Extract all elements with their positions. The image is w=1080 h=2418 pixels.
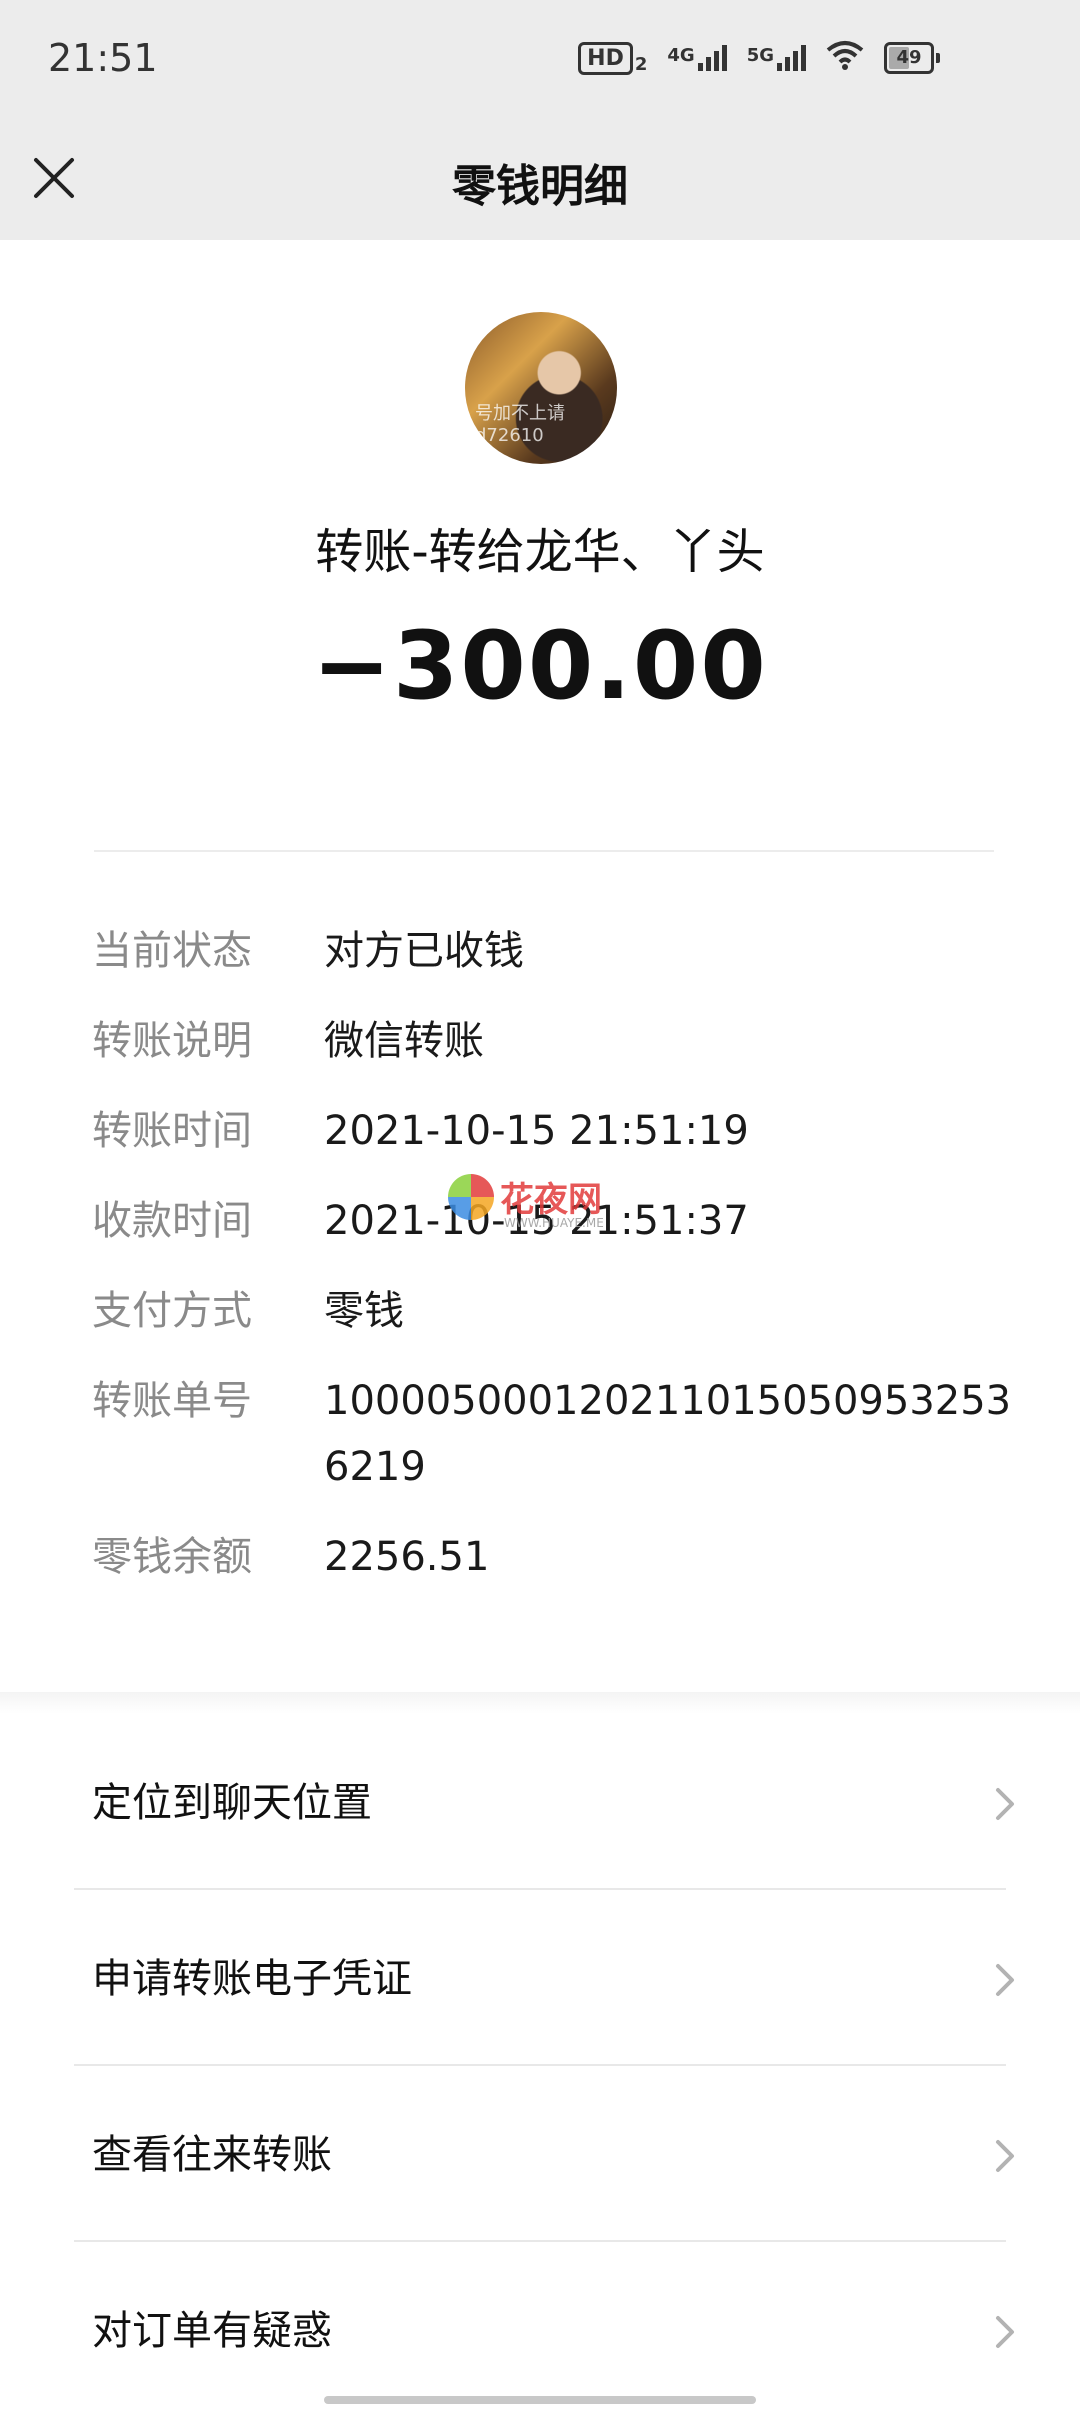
- menu-item-label: 定位到聊天位置: [92, 1780, 372, 1826]
- home-indicator[interactable]: [324, 2396, 756, 2404]
- watermark-logo-icon: [448, 1173, 494, 1220]
- transaction-title: 转账-转给龙华、丫头: [315, 524, 765, 580]
- action-menu: 定位到聊天位置 申请转账电子凭证 查看往来转账 对订单有疑惑: [0, 1714, 1080, 2418]
- hd-icon: HD 2: [578, 41, 648, 75]
- detail-label: 转账说明: [92, 1018, 252, 1064]
- avatar-overlay-text: 号加不上请 d72610: [475, 403, 565, 446]
- detail-value: 零钱: [324, 1288, 404, 1334]
- site-watermark: 花夜网 WWW.HUAYE.ME: [448, 1172, 604, 1230]
- detail-value: 2021-10-15 21:51:37: [324, 1198, 749, 1244]
- detail-value: 2256.51: [324, 1534, 490, 1580]
- chevron-right-icon: [996, 2140, 1014, 2172]
- detail-label: 零钱余额: [92, 1534, 252, 1580]
- detail-list: 当前状态 对方已收钱 转账说明 微信转账 转账时间 2021-10-15 21:…: [92, 918, 1012, 1614]
- detail-label: 当前状态: [92, 928, 252, 974]
- signal-4g-icon: 4G: [667, 45, 727, 71]
- detail-row-balance: 零钱余额 2256.51: [92, 1524, 1012, 1590]
- detail-value: 1000050001202110150509532536219: [324, 1378, 1012, 1490]
- battery-level: 49: [896, 47, 922, 68]
- chevron-right-icon: [996, 1788, 1014, 1820]
- net-4g-label: 4G: [667, 45, 695, 66]
- detail-label: 支付方式: [92, 1288, 252, 1334]
- status-bar: 21:51 HD 2 4G 5G 49: [0, 0, 1080, 120]
- nav-bar: 零钱明细: [0, 120, 1080, 240]
- watermark-sub: WWW.HUAYE.ME: [504, 1216, 604, 1230]
- detail-label: 收款时间: [92, 1198, 252, 1244]
- detail-value: 2021-10-15 21:51:19: [324, 1108, 749, 1154]
- net-5g-label: 5G: [746, 45, 774, 66]
- signal-5g-icon: 5G: [747, 45, 806, 71]
- detail-row-payment-method: 支付方式 零钱: [92, 1278, 1012, 1344]
- menu-item-view-transfers[interactable]: 查看往来转账: [0, 2066, 1080, 2242]
- section-gap: [0, 1692, 1080, 1714]
- detail-row-transfer-id: 转账单号 1000050001202110150509532536219: [92, 1368, 1012, 1500]
- menu-item-label: 查看往来转账: [92, 2132, 332, 2178]
- wifi-icon: [826, 40, 864, 76]
- chevron-right-icon: [996, 1964, 1014, 1996]
- battery-icon: 49: [884, 42, 940, 74]
- detail-row-transfer-time: 转账时间 2021-10-15 21:51:19: [92, 1098, 1012, 1164]
- detail-row-note: 转账说明 微信转账: [92, 1008, 1012, 1074]
- detail-value: 微信转账: [324, 1018, 484, 1064]
- watermark-text: 花夜网: [500, 1180, 602, 1220]
- page-title: 零钱明细: [452, 161, 628, 212]
- menu-item-apply-receipt[interactable]: 申请转账电子凭证: [0, 1890, 1080, 2066]
- avatar: 号加不上请 d72610: [465, 312, 617, 464]
- status-time: 21:51: [48, 36, 158, 80]
- hd-label: HD: [578, 41, 633, 75]
- detail-value: 对方已收钱: [324, 928, 524, 974]
- menu-item-label: 申请转账电子凭证: [92, 1956, 412, 2002]
- detail-label: 转账时间: [92, 1108, 252, 1154]
- divider: [94, 850, 994, 852]
- detail-label: 转账单号: [92, 1378, 252, 1424]
- menu-item-order-question[interactable]: 对订单有疑惑: [0, 2242, 1080, 2418]
- transaction-amount: −300.00: [312, 612, 768, 721]
- status-icons: HD 2 4G 5G 49: [578, 40, 940, 76]
- chevron-right-icon: [996, 2316, 1014, 2348]
- menu-item-label: 对订单有疑惑: [92, 2308, 332, 2354]
- menu-item-locate-chat[interactable]: 定位到聊天位置: [0, 1714, 1080, 1890]
- detail-row-status: 当前状态 对方已收钱: [92, 918, 1012, 984]
- hd-sub: 2: [634, 53, 648, 75]
